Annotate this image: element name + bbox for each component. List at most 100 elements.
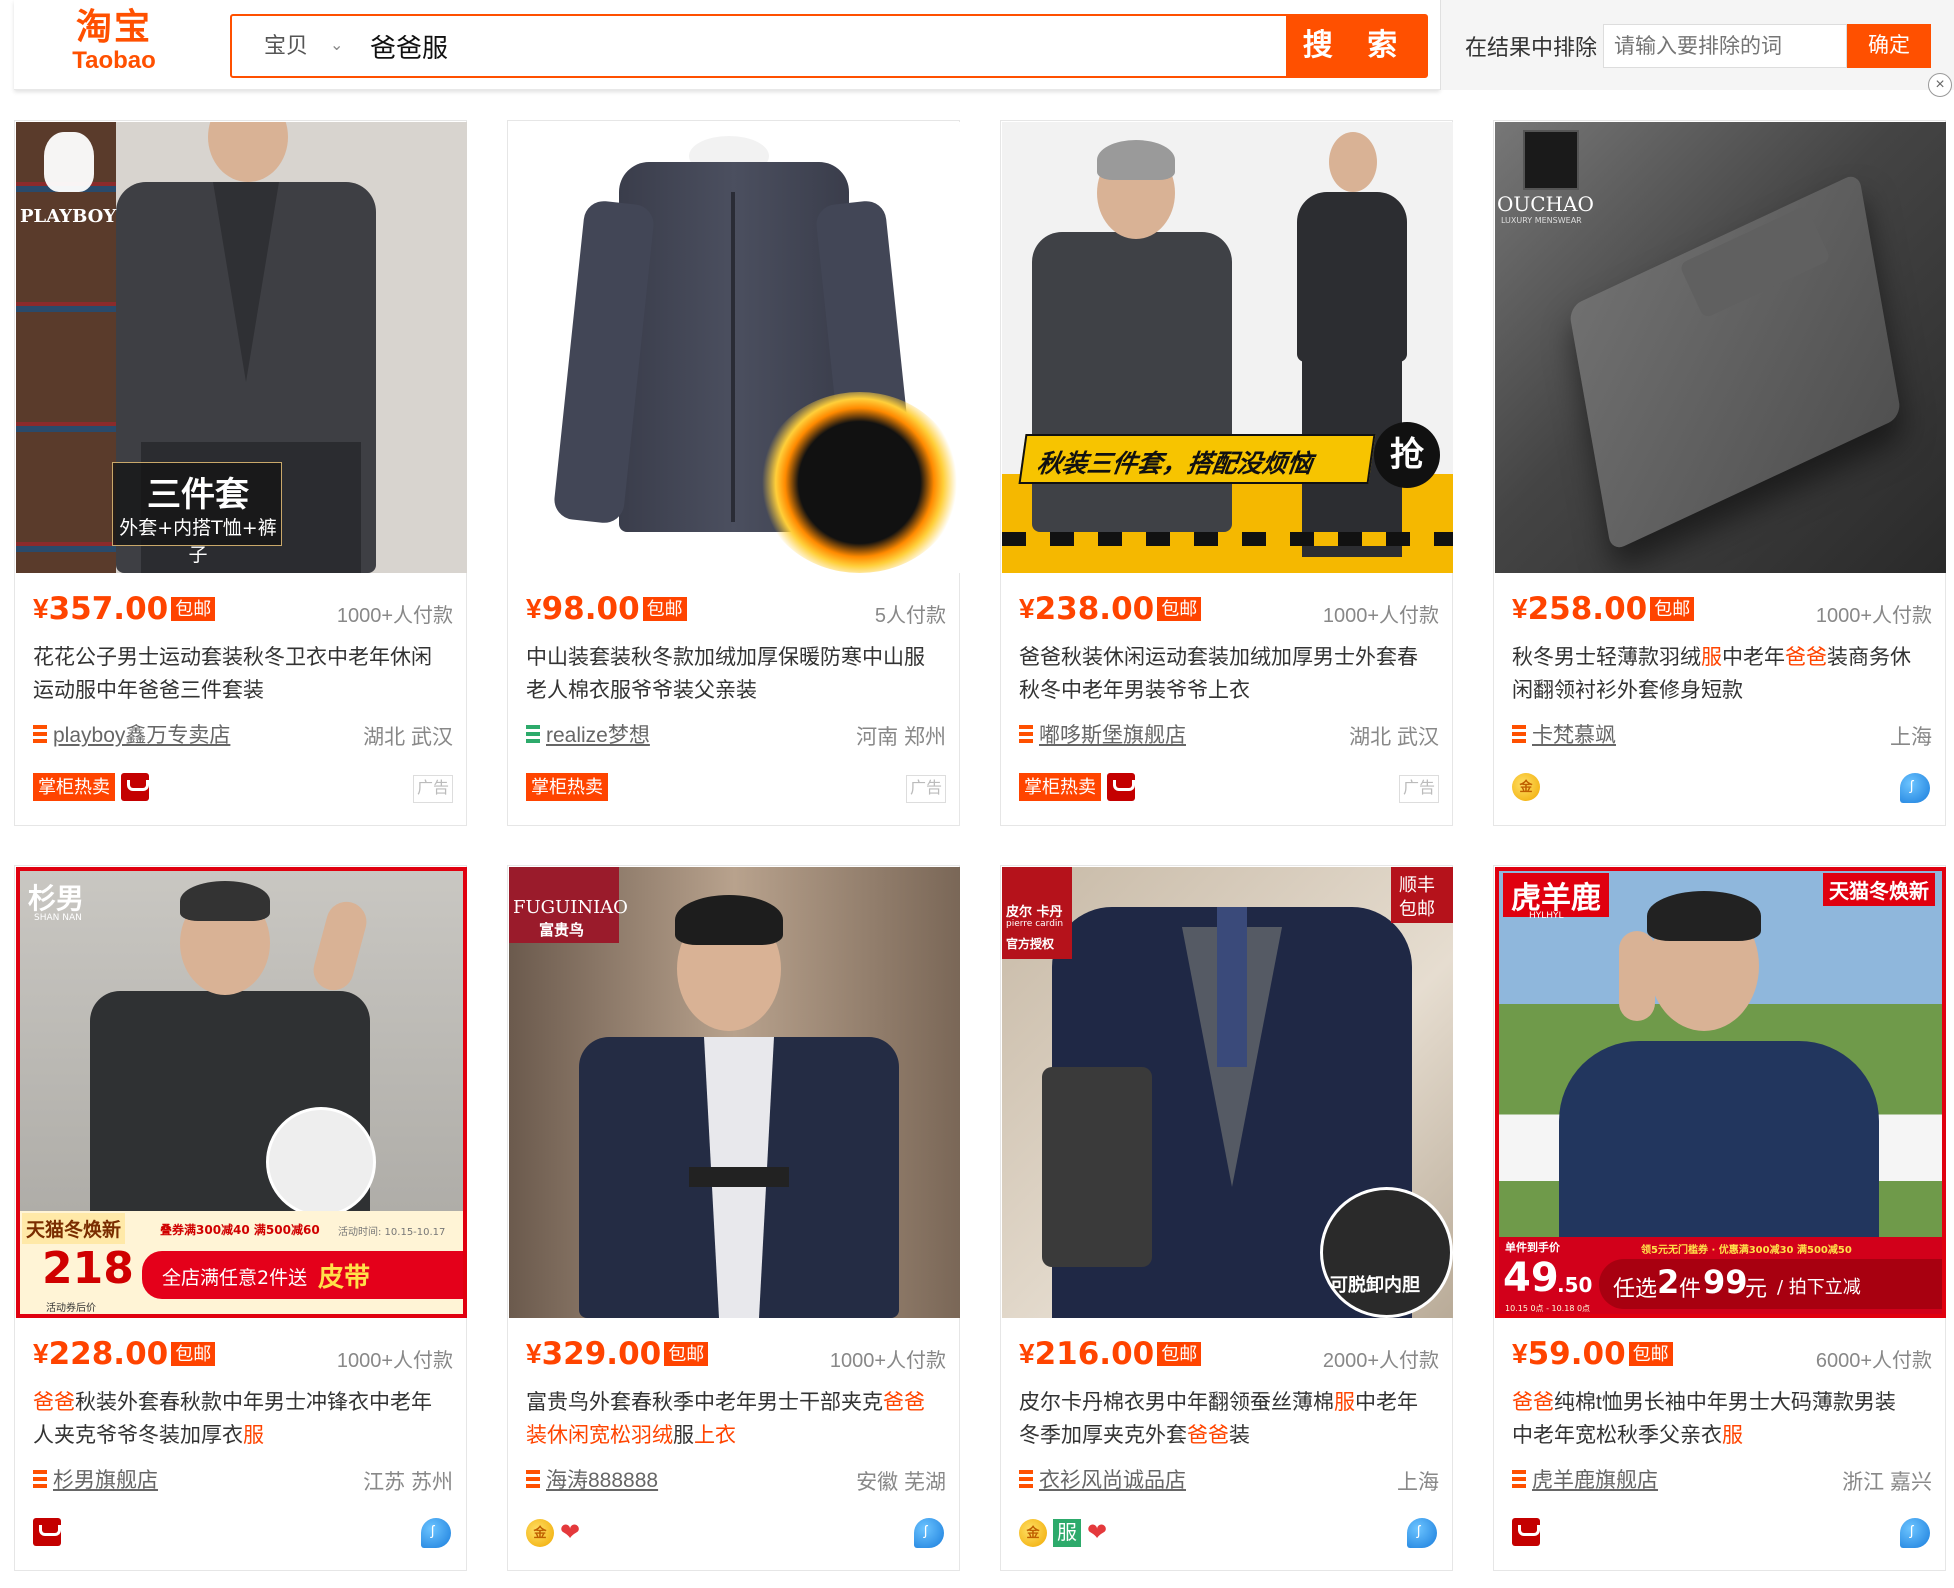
product-title-line: 爸爸纯棉t恤男长袖中年男士大码薄款男装	[1512, 1386, 1932, 1419]
product-card[interactable]: PLAYBOY 三件套 外套+内搭T恤+裤子 ¥357.00 包邮 1000+人付款 花花公…	[14, 120, 467, 826]
promo-price: 49	[1503, 1255, 1559, 1301]
image-brand-sub: pierre cardin	[1006, 919, 1064, 929]
sf-tag: 顺丰 包邮	[1391, 867, 1453, 923]
product-card[interactable]: ¥98.00 包邮 5人付款中山装套装秋冬款加绒加厚保暖防寒中山服 老人棉衣服爷爷装父…	[507, 120, 960, 826]
promo-strip: 天猫冬焕新 218 活动券后价 叠券满300减40 满500减60 活动时间: 10.1…	[20, 1211, 463, 1314]
promo-period: 活动时间: 10.15-10.17	[338, 1227, 446, 1238]
search-scope-select[interactable]: 宝贝 ⌄	[232, 16, 360, 76]
image-brand-sub: LUXURY MENSWEAR	[1501, 216, 1582, 225]
title-text: 人夹克爷爷冬装加厚衣	[33, 1424, 243, 1447]
shop-row: 虎羊鹿旗舰店 浙江 嘉兴	[1512, 1464, 1932, 1494]
shop-name-link[interactable]: 虎羊鹿旗舰店	[1532, 1469, 1658, 1492]
wangwang-chat-icon[interactable]	[1900, 773, 1930, 803]
currency-symbol: ¥	[526, 593, 542, 624]
title-text: 装商务休	[1827, 646, 1911, 669]
product-title-line: 爸爸秋装休闲运动套装加绒加厚男士外套春	[1019, 641, 1439, 674]
product-price: 258.00	[1527, 591, 1648, 627]
free-shipping-badge: 包邮	[1628, 1342, 1673, 1366]
badge-row	[1512, 1518, 1932, 1550]
promo-deal: 任选 2 件 99 元 / 拍下立减	[1599, 1259, 1942, 1309]
shop-icon	[1019, 1470, 1033, 1488]
product-title-line: 富贵鸟外套春秋季中老年男士干部夹克爸爸	[526, 1386, 946, 1419]
wangwang-chat-icon[interactable]	[421, 1518, 451, 1548]
search-button[interactable]: 搜 索	[1286, 16, 1426, 76]
shop-icon	[1019, 725, 1033, 743]
shop-name-link[interactable]: realize梦想	[546, 724, 650, 747]
exclude-panel: 在结果中排除 确定	[1440, 0, 1954, 90]
search-input[interactable]	[370, 16, 1240, 76]
shop-icon	[33, 725, 47, 743]
product-price: 329.00	[541, 1336, 662, 1372]
product-card[interactable]: 皮尔 卡丹 pierre cardin 官方授权 顺丰 包邮 可脱卸内胆 ¥216.00 包邮…	[1000, 865, 1453, 1571]
product-title[interactable]: 皮尔卡丹棉衣男中年翻领蚕丝薄棉服中老年 冬季加厚夹克外套爸爸装	[1019, 1386, 1439, 1452]
promo-title: 天猫冬焕新	[22, 1213, 126, 1244]
title-highlight: 装休闲宽松羽绒	[526, 1424, 673, 1447]
price-row: ¥238.00 包邮 1000+人付款	[1019, 591, 1439, 631]
wangwang-chat-icon[interactable]	[1407, 1518, 1437, 1548]
wangwang-chat-icon[interactable]	[1900, 1518, 1930, 1548]
product-title[interactable]: 爸爸秋装外套春秋款中年男士冲锋衣中老年 人夹克爷爷冬装加厚衣服	[33, 1386, 453, 1452]
badge-row: 掌柜热卖 广告	[33, 773, 453, 805]
wangwang-chat-icon[interactable]	[914, 1518, 944, 1548]
shop-row: 海涛888888 安徽 芜湖	[526, 1464, 946, 1494]
product-price: 59.00	[1527, 1336, 1626, 1372]
product-card[interactable]: 秋装三件套，搭配没烦恼 抢 ¥238.00 包邮 1000+人付款爸爸秋装休闲运动套装加…	[1000, 120, 1453, 826]
product-card[interactable]: 杉男 SHAN NAN 天猫冬焕新 218 活动券后价 叠券满300减40 满500减60…	[14, 865, 467, 1571]
title-text: 装	[1229, 1424, 1250, 1447]
detachable-label: 可脱卸内胆	[1330, 1275, 1420, 1296]
product-title-line: 装休闲宽松羽绒服上衣	[526, 1419, 946, 1452]
close-icon[interactable]: ×	[1928, 73, 1952, 97]
promo-period: 10.15 0点 - 10.18 0点	[1505, 1304, 1591, 1313]
exclude-confirm-button[interactable]: 确定	[1847, 24, 1931, 68]
exclude-input[interactable]	[1603, 24, 1847, 68]
service-icon: 服	[1053, 1518, 1081, 1547]
product-title[interactable]: 富贵鸟外套春秋季中老年男士干部夹克爸爸 装休闲宽松羽绒服上衣	[526, 1386, 946, 1452]
title-text: 富贵鸟外套春秋季中老年男士干部夹克	[526, 1391, 883, 1414]
badge-row: 掌柜热卖 广告	[526, 773, 946, 805]
product-title-line: 闲翻领衬衫外套修身短款	[1512, 674, 1932, 707]
shop-name-link[interactable]: 杉男旗舰店	[53, 1469, 158, 1492]
grab-badge: 抢	[1374, 422, 1440, 488]
taobao-logo[interactable]: 淘宝 Taobao	[54, 8, 174, 80]
badge-row: 掌柜热卖 广告	[1019, 773, 1439, 805]
product-image[interactable]: 皮尔 卡丹 pierre cardin 官方授权 顺丰 包邮 可脱卸内胆	[1002, 867, 1453, 1318]
title-text: 老人棉衣服爷爷装父亲装	[526, 679, 757, 702]
shop-location: 江苏 苏州	[363, 1471, 453, 1494]
product-title[interactable]: 爸爸纯棉t恤男长袖中年男士大码薄款男装 中老年宽松秋季父亲衣服	[1512, 1386, 1932, 1452]
product-title-line: 花花公子男士运动套装秋冬卫衣中老年休闲	[33, 641, 453, 674]
product-card[interactable]: OUCHAO LUXURY MENSWEAR ¥258.00 包邮 1000+人付款 秋冬…	[1493, 120, 1946, 826]
product-title-line: 冬季加厚夹克外套爸爸装	[1019, 1419, 1439, 1452]
paid-count: 1000+人付款	[1322, 605, 1439, 627]
product-image[interactable]: FUGUINIAO 富贵鸟	[509, 867, 960, 1318]
paid-count: 1000+人付款	[336, 1350, 453, 1372]
logo-en: Taobao	[72, 47, 156, 74]
product-card[interactable]: 虎羊鹿 HYLHYL 天猫冬焕新 单件到手价 49.50 10.15 0点 - 10.18…	[1493, 865, 1946, 1571]
product-title[interactable]: 爸爸秋装休闲运动套装加绒加厚男士外套春 秋冬中老年男装爷爷上衣	[1019, 641, 1439, 707]
promo-gift-text: 全店满任意2件送	[162, 1267, 308, 1289]
promo-price-sub: 活动券后价	[46, 1303, 96, 1314]
price-row: ¥98.00 包邮 5人付款	[526, 591, 946, 631]
promo-title: 天猫冬焕新	[1823, 873, 1935, 906]
shop-name-link[interactable]: playboy鑫万专卖店	[53, 724, 230, 747]
free-shipping-badge: 包邮	[171, 1342, 216, 1366]
image-caption-sub: 外套+内搭T恤+裤子	[119, 517, 277, 566]
shop-name-link[interactable]: 衣衫风尚诚品店	[1039, 1469, 1186, 1492]
free-shipping-badge: 包邮	[1157, 1342, 1202, 1366]
product-image[interactable]: 虎羊鹿 HYLHYL 天猫冬焕新 单件到手价 49.50 10.15 0点 - 10.18…	[1495, 867, 1946, 1318]
product-image[interactable]: OUCHAO LUXURY MENSWEAR	[1495, 122, 1946, 573]
shop-name-link[interactable]: 海涛888888	[546, 1469, 658, 1492]
paid-count: 5人付款	[874, 605, 946, 627]
currency-symbol: ¥	[33, 1338, 49, 1369]
product-image[interactable]: 秋装三件套，搭配没烦恼 抢	[1002, 122, 1453, 573]
product-image[interactable]: 杉男 SHAN NAN 天猫冬焕新 218 活动券后价 叠券满300减40 满500减60…	[16, 867, 467, 1318]
product-image[interactable]	[509, 122, 960, 573]
shop-icon	[526, 1470, 540, 1488]
product-title[interactable]: 中山装套装秋冬款加绒加厚保暖防寒中山服 老人棉衣服爷爷装父亲装	[526, 641, 946, 707]
shop-name-link[interactable]: 嘟哆斯堡旗舰店	[1039, 724, 1186, 747]
product-image[interactable]: PLAYBOY 三件套 外套+内搭T恤+裤子	[16, 122, 467, 573]
product-title[interactable]: 秋冬男士轻薄款羽绒服中老年爸爸装商务休 闲翻领衬衫外套修身短款	[1512, 641, 1932, 707]
paid-count: 2000+人付款	[1322, 1350, 1439, 1372]
product-title[interactable]: 花花公子男士运动套装秋冬卫衣中老年休闲 运动服中年爸爸三件套装	[33, 641, 453, 707]
shop-name-link[interactable]: 卡梵慕飒	[1532, 724, 1616, 747]
product-card[interactable]: FUGUINIAO 富贵鸟 ¥329.00 包邮 1000+人付款 富贵鸟外套春秋季中老年…	[507, 865, 960, 1571]
